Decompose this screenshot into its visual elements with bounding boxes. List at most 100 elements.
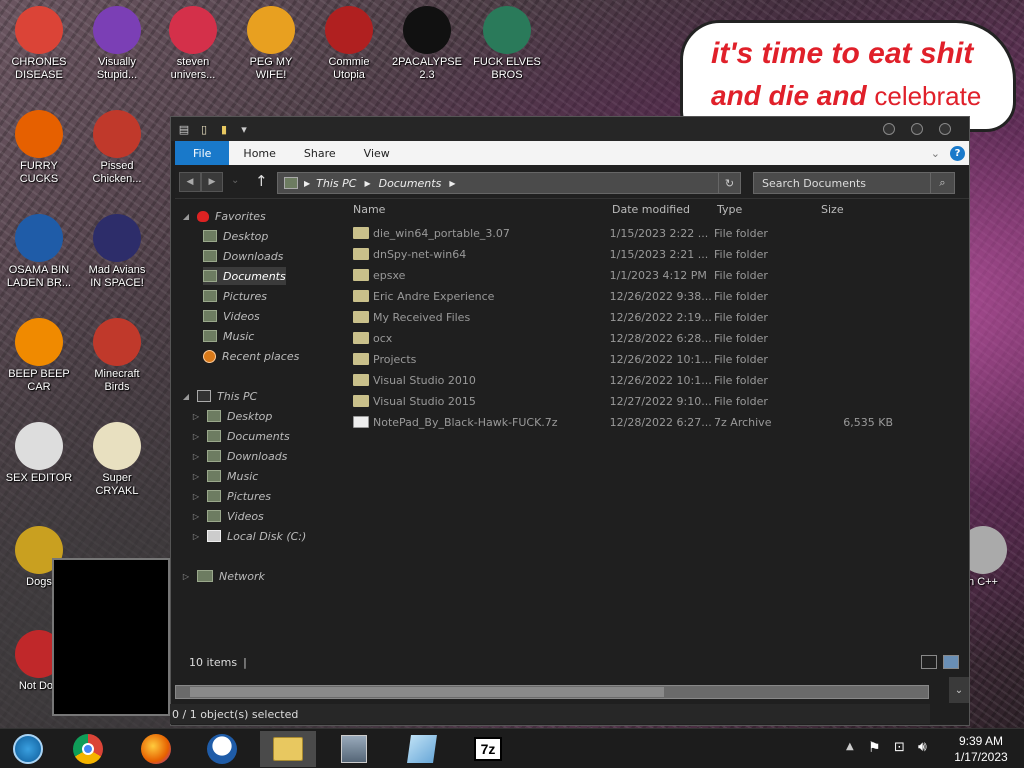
nav-this-pc[interactable]: ◢ This PC	[181, 387, 257, 405]
system-menu-icon[interactable]: ▤	[177, 122, 191, 136]
desktop-icon[interactable]: PEG MY WIFE!	[234, 6, 308, 82]
nav-pc-local-disk-c-[interactable]: ▷ Local Disk (C:)	[191, 527, 306, 545]
column-header-size[interactable]: Size	[821, 203, 844, 216]
volume-icon[interactable]: 🔊︎	[918, 739, 927, 755]
desktop-icon[interactable]: steven univers...	[156, 6, 230, 82]
nav-item-videos[interactable]: Videos	[203, 307, 260, 325]
desktop-icon[interactable]: FUCK ELVES BROS	[470, 6, 544, 82]
nav-item-downloads[interactable]: Downloads	[203, 247, 283, 265]
expand-arrow-icon[interactable]: ▷	[191, 412, 201, 421]
nav-pc-music[interactable]: ▷ Music	[191, 467, 258, 485]
file-row[interactable]: die_win64_portable_3.07 1/15/2023 2:22 ..…	[353, 223, 893, 243]
refresh-icon[interactable]: ↻	[718, 173, 740, 193]
column-header-date[interactable]: Date modified	[612, 203, 690, 216]
desktop-icon[interactable]: Mad Avians IN SPACE!	[80, 214, 154, 290]
new-folder-icon[interactable]: ▮	[217, 122, 231, 136]
details-view-icon[interactable]	[921, 655, 937, 669]
network-icon[interactable]: ⊡	[894, 740, 905, 755]
nav-item-desktop[interactable]: Desktop	[203, 227, 268, 245]
nav-pc-desktop[interactable]: ▷ Desktop	[191, 407, 272, 425]
chevron-right-icon[interactable]: ▶	[304, 179, 310, 188]
file-row[interactable]: Visual Studio 2010 12/26/2022 10:1... File…	[353, 370, 893, 390]
expand-arrow-icon[interactable]: ▷	[181, 572, 191, 581]
properties-icon[interactable]: ▯	[197, 122, 211, 136]
file-row[interactable]: Projects 12/26/2022 10:1... File folder	[353, 349, 893, 369]
address-path[interactable]: ▶ This PC ▶ Documents ▶ ↻	[277, 172, 741, 194]
column-header-type[interactable]: Type	[717, 203, 742, 216]
nav-favorites[interactable]: ◢ Favorites	[181, 207, 266, 225]
scroll-down-button[interactable]: ⌄	[949, 677, 969, 703]
file-row[interactable]: Visual Studio 2015 12/27/2022 9:10... File…	[353, 391, 893, 411]
file-row[interactable]: My Received Files 12/26/2022 2:19... File …	[353, 307, 893, 327]
nav-pc-documents[interactable]: ▷ Documents	[191, 427, 290, 445]
taskbar-obama-app[interactable]	[194, 731, 250, 767]
desktop-icon[interactable]: SEX EDITOR	[2, 422, 76, 485]
expand-arrow-icon[interactable]: ▷	[191, 512, 201, 521]
expand-arrow-icon[interactable]: ▷	[191, 432, 201, 441]
breadcrumb-this-pc[interactable]: This PC	[316, 177, 356, 190]
taskbar-chrome[interactable]	[60, 731, 116, 767]
nav-item-music[interactable]: Music	[203, 327, 254, 345]
taskbar-notepad[interactable]	[394, 731, 450, 767]
background-console-window[interactable]	[52, 558, 170, 716]
nav-pc-downloads[interactable]: ▷ Downloads	[191, 447, 288, 465]
tab-file[interactable]: File	[175, 141, 230, 165]
taskbar-7zip[interactable]: 7z	[460, 731, 516, 767]
nav-pc-pictures[interactable]: ▷ Pictures	[191, 487, 271, 505]
file-row[interactable]: NotePad_By_Black-Hawk-FUCK.7z 12/28/2022 …	[353, 412, 893, 432]
clock[interactable]: 9:39 AM 1/17/2023	[944, 733, 1018, 765]
help-icon[interactable]: ?	[950, 145, 965, 161]
desktop-icon[interactable]: FURRY CUCKS	[2, 110, 76, 186]
file-list[interactable]: Name Date modified Type Size die_win64_p…	[341, 201, 961, 661]
expand-arrow-icon[interactable]: ▷	[191, 532, 201, 541]
title-bar[interactable]: ▤ ▯ ▮ ▾	[171, 117, 969, 141]
maximize-button[interactable]	[911, 123, 923, 135]
file-row[interactable]: dnSpy-net-win64 1/15/2023 2:21 ... File fo…	[353, 244, 893, 264]
quick-access-dropdown-icon[interactable]: ▾	[237, 122, 251, 136]
nav-item-recent-places[interactable]: Recent places	[203, 347, 299, 365]
expand-arrow-icon[interactable]: ◢	[181, 392, 191, 401]
desktop-icon[interactable]: Commie Utopia	[312, 6, 386, 82]
chevron-right-icon[interactable]: ▶	[364, 179, 370, 188]
expand-arrow-icon[interactable]: ▷	[191, 452, 201, 461]
minimize-button[interactable]	[883, 123, 895, 135]
up-arrow-icon[interactable]: ↑	[255, 172, 268, 190]
chevron-right-icon[interactable]: ▶	[449, 179, 455, 188]
close-button[interactable]	[939, 123, 951, 135]
nav-item-pictures[interactable]: Pictures	[203, 287, 267, 305]
expand-arrow-icon[interactable]: ▷	[191, 492, 201, 501]
nav-pc-videos[interactable]: ▷ Videos	[191, 507, 264, 525]
desktop-icon[interactable]: OSAMA BIN LADEN BR...	[2, 214, 76, 290]
file-row[interactable]: epsxe 1/1/2023 4:12 PM File folder	[353, 265, 893, 285]
ribbon-expand-icon[interactable]: ⌄	[925, 141, 946, 165]
desktop-icon[interactable]: Pissed Chicken...	[80, 110, 154, 186]
desktop-icon[interactable]: BEEP BEEP CAR	[2, 318, 76, 394]
action-center-flag-icon[interactable]: ⚑	[868, 740, 881, 756]
desktop-icon[interactable]: 2PACALYPSE 2.3	[390, 6, 464, 82]
nav-network[interactable]: ▷ Network	[181, 567, 265, 585]
back-button[interactable]: ◀	[179, 172, 201, 192]
expand-arrow-icon[interactable]: ◢	[181, 212, 191, 221]
horizontal-scrollbar[interactable]	[175, 685, 929, 699]
taskbar-installer[interactable]	[326, 731, 382, 767]
forward-button[interactable]: ▶	[201, 172, 223, 192]
breadcrumb-documents[interactable]: Documents	[379, 177, 442, 190]
desktop-icon[interactable]: Super CRYAKL	[80, 422, 154, 498]
tab-home[interactable]: Home	[229, 141, 289, 165]
nav-item-documents[interactable]: Documents	[203, 267, 286, 285]
desktop-icon[interactable]: Visually Stupid...	[80, 6, 154, 82]
taskbar-file-explorer[interactable]	[260, 731, 316, 767]
search-input[interactable]: Search Documents ⌕	[753, 172, 955, 194]
expand-arrow-icon[interactable]: ▷	[191, 472, 201, 481]
tab-share[interactable]: Share	[290, 141, 350, 165]
desktop-icon[interactable]: CHRONES DISEASE	[2, 6, 76, 82]
file-row[interactable]: Eric Andre Experience 12/26/2022 9:38... F…	[353, 286, 893, 306]
recent-locations-icon[interactable]: ⌄	[231, 175, 239, 186]
large-icons-view-icon[interactable]	[943, 655, 959, 669]
file-explorer-window[interactable]: ▤ ▯ ▮ ▾ File Home Share View ⌄ ? ◀ ▶ ⌄ ↑…	[170, 116, 970, 726]
file-row[interactable]: ocx 12/28/2022 6:28... File folder	[353, 328, 893, 348]
start-button[interactable]	[0, 731, 56, 767]
scrollbar-thumb[interactable]	[190, 687, 664, 697]
taskbar-firefox[interactable]	[128, 731, 184, 767]
show-hidden-icons-icon[interactable]: ▲	[846, 741, 854, 752]
